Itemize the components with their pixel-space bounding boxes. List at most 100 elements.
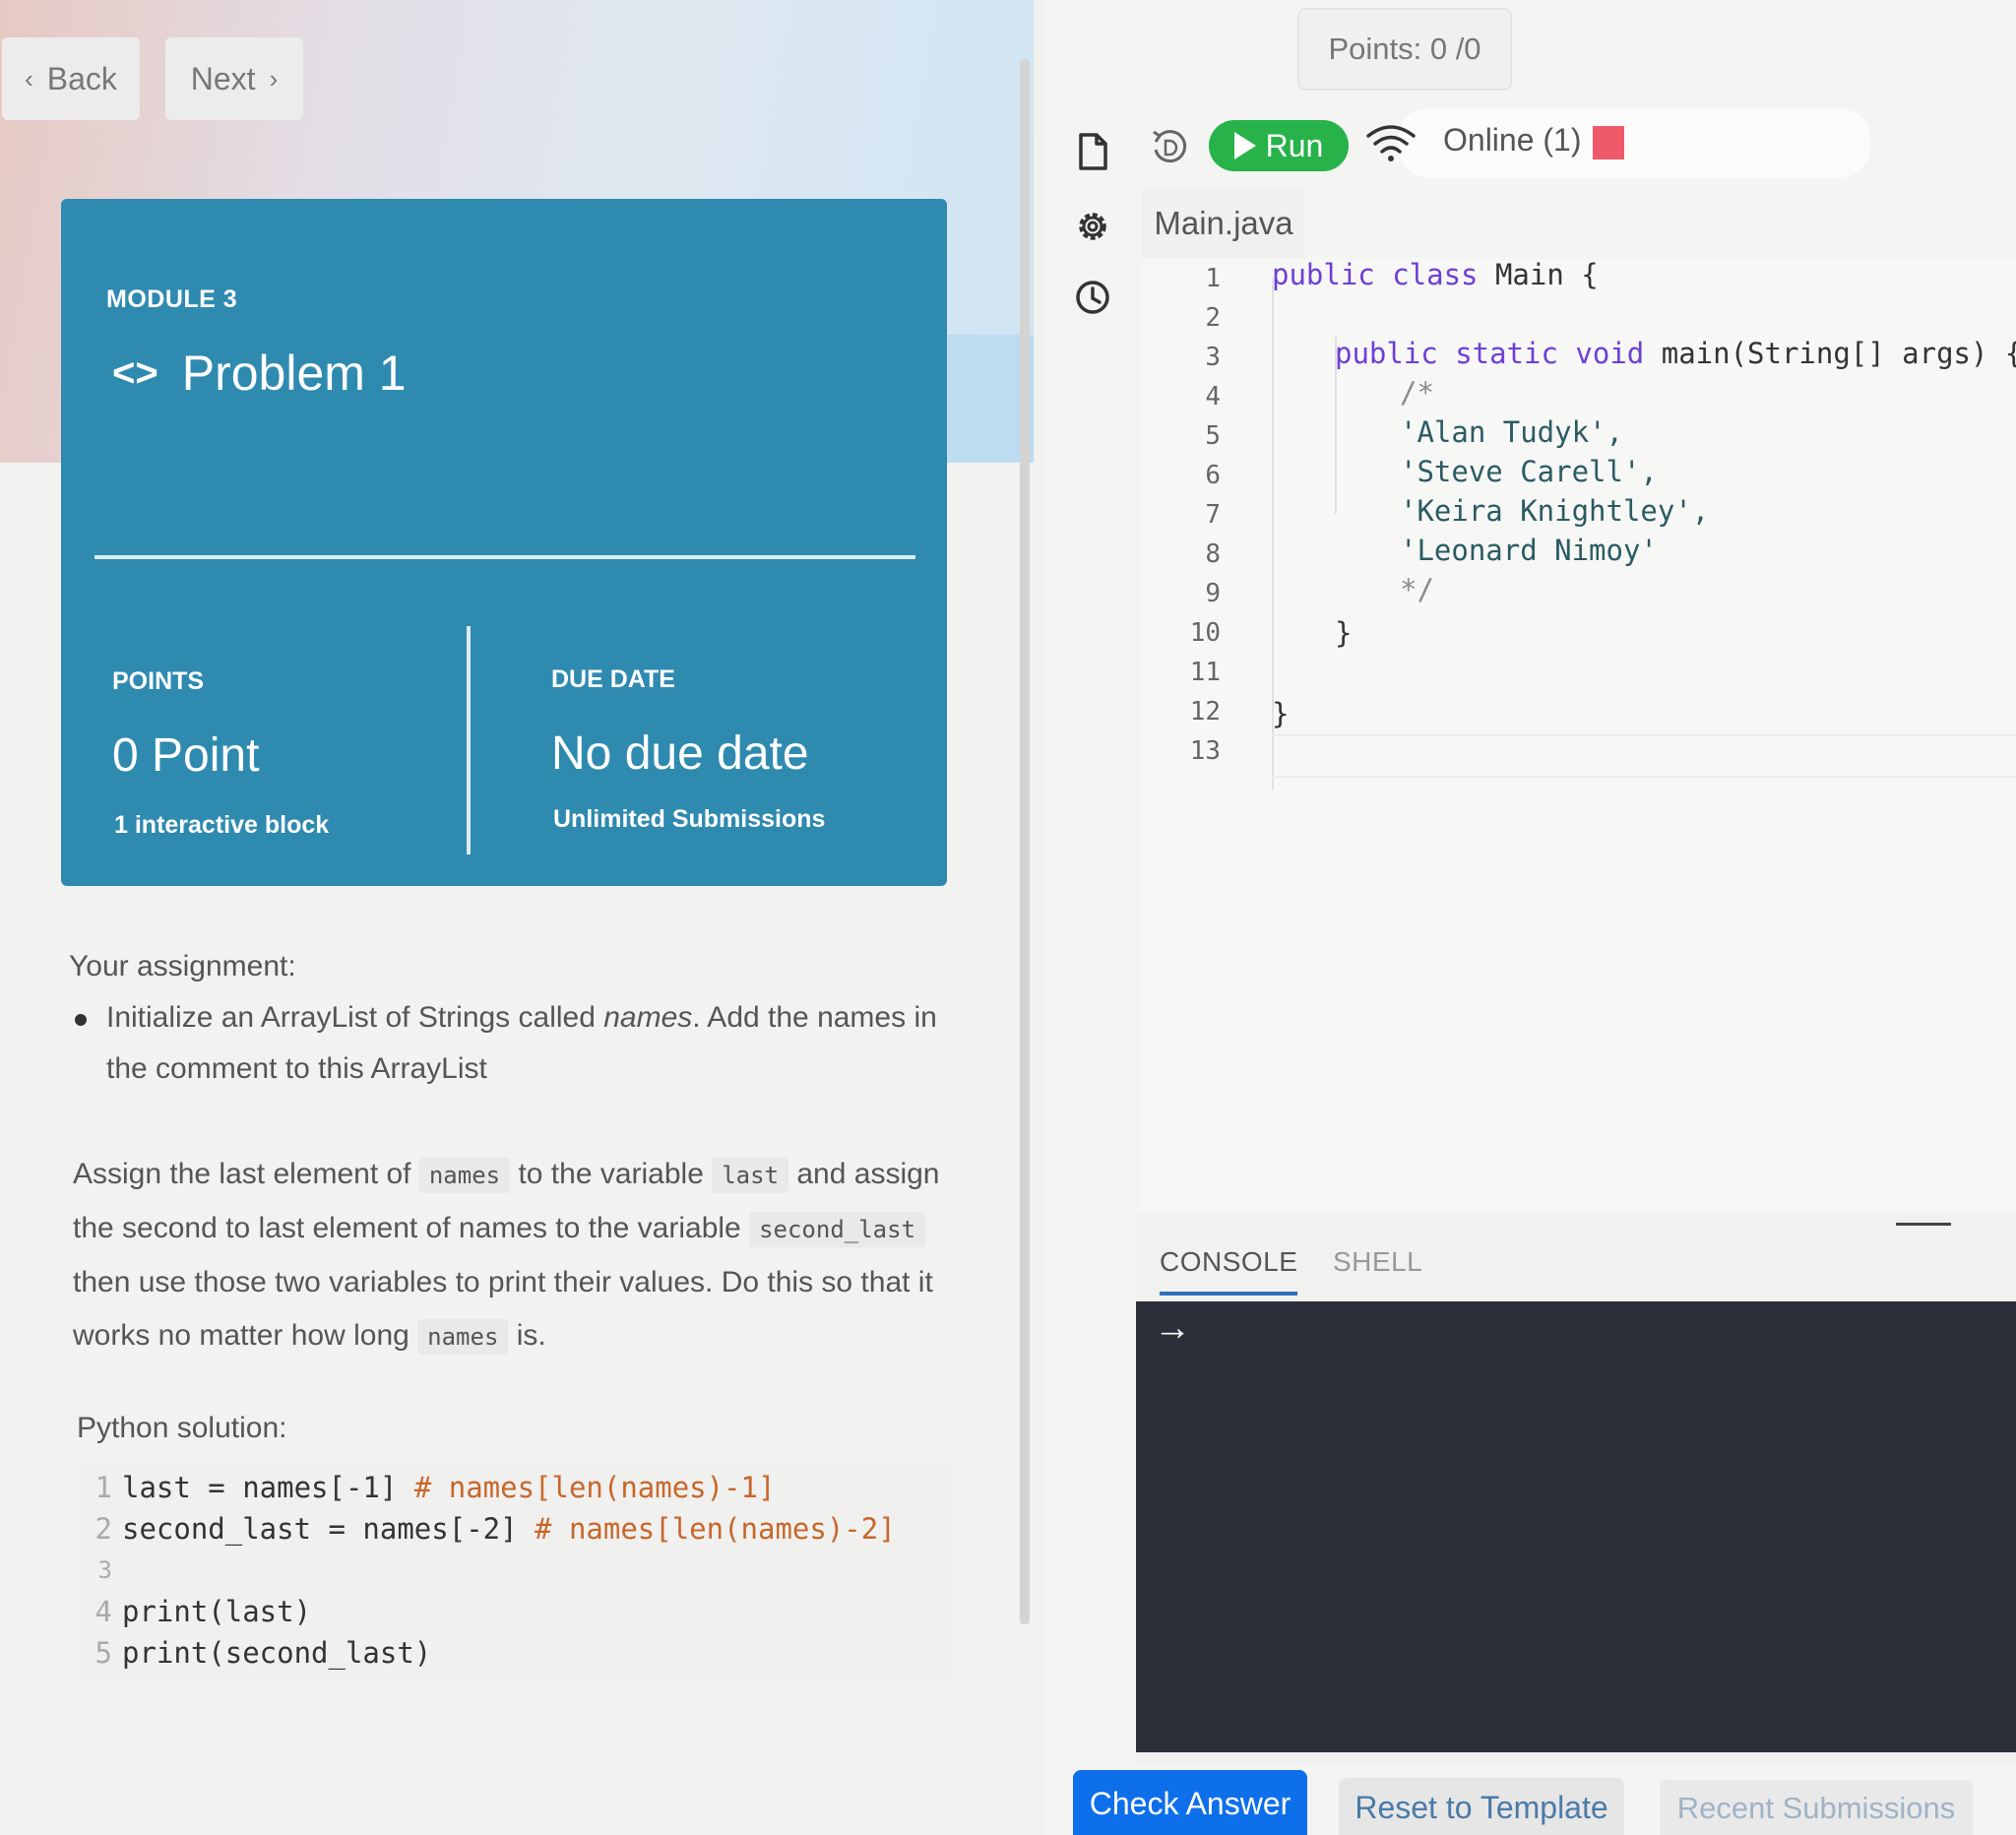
code-text: second_last = names[-2]: [122, 1512, 536, 1546]
wifi-icon: [1366, 125, 1416, 161]
code-text: print(last): [122, 1595, 312, 1628]
line-gutter: 1 2 3 4 5 6 7 8 9 10 11 12 13: [1142, 258, 1221, 790]
clock-icon[interactable]: [1073, 278, 1112, 317]
points-label: POINTS: [112, 667, 205, 695]
code-area: public class Main { public static void m…: [1272, 258, 2016, 790]
interactive-block-count: 1 interactive block: [114, 811, 330, 839]
due-date-label: DUE DATE: [551, 665, 675, 693]
online-status-label: Online (1): [1443, 122, 1582, 158]
problem-title-text: Problem 1: [181, 346, 407, 401]
play-icon: [1233, 132, 1256, 159]
tab-main-java[interactable]: Main.java: [1142, 187, 1305, 260]
line-number: 10: [1189, 618, 1221, 648]
code-line: 5 print(second_last): [77, 1636, 432, 1676]
code-text: last = names[-1]: [122, 1471, 414, 1504]
problem-title: <> Problem 1: [112, 345, 407, 402]
check-answer-button[interactable]: Check Answer: [1073, 1770, 1307, 1835]
reset-icon[interactable]: [1148, 126, 1191, 169]
submissions-info: Unlimited Submissions: [553, 805, 826, 833]
recent-submissions-button[interactable]: Recent Submissions: [1660, 1780, 1973, 1835]
code-keyword: public static void: [1335, 337, 1645, 370]
line-number: 4: [1205, 382, 1221, 411]
assignment-paragraph: Assign the last element of names to the …: [73, 1148, 959, 1363]
code-string: 'Leonard Nimoy': [1400, 534, 1658, 567]
panel-resize-handle[interactable]: [1896, 1223, 1951, 1226]
line-number: 11: [1189, 658, 1221, 687]
due-date-value: No due date: [551, 728, 809, 780]
points-value: 0 Point: [112, 729, 260, 782]
code-text: print(second_last): [122, 1636, 432, 1670]
inline-code: names: [418, 1158, 511, 1193]
code-comment: */: [1400, 573, 1434, 606]
code-line: 1 last = names[-1] # names[len(names)-1]: [77, 1471, 776, 1510]
bullet-dot: [75, 1014, 87, 1026]
line-number: 5: [1205, 421, 1221, 451]
line-number: 3: [97, 1556, 112, 1584]
code-brackets-icon: <>: [112, 350, 158, 395]
module-label: MODULE 3: [106, 285, 238, 313]
run-label: Run: [1265, 127, 1324, 163]
para-text: Assign the last element of: [73, 1158, 419, 1190]
file-icon[interactable]: [1073, 132, 1112, 171]
chevron-right-icon: ›: [269, 63, 279, 94]
assignment-heading: Your assignment:: [69, 950, 296, 982]
inline-code: last: [712, 1158, 789, 1193]
instructions-scrollbar[interactable]: [1020, 59, 1030, 1624]
line-number: 2: [94, 1512, 112, 1546]
code-editor[interactable]: 1 2 3 4 5 6 7 8 9 10 11 12 13 public cla…: [1142, 258, 2016, 1213]
code-line: 3: [77, 1551, 122, 1591]
line-number: 6: [1205, 461, 1221, 490]
code-keyword: public class: [1272, 258, 1479, 291]
next-label: Next: [190, 60, 256, 96]
instructions-pane: ‹ Back Next › MODULE 3 <> Problem 1 POIN…: [0, 0, 1034, 1835]
arrow-right-icon: →: [1154, 1307, 1191, 1349]
code-comment: # names[len(names)-1]: [413, 1471, 776, 1504]
line-number: 13: [1189, 736, 1221, 766]
points-badge: Points: 0 /0: [1297, 8, 1512, 91]
para-text: is.: [508, 1319, 546, 1352]
back-button[interactable]: ‹ Back: [2, 37, 140, 120]
code-string: 'Alan Tudyk',: [1400, 415, 1623, 449]
line-number: 2: [1205, 303, 1221, 333]
para-text: to the variable: [510, 1158, 713, 1190]
run-button[interactable]: Run: [1209, 120, 1349, 171]
assignment-bullet: Initialize an ArrayList of Strings calle…: [106, 992, 973, 1095]
chevron-left-icon: ‹: [25, 63, 33, 94]
python-solution-label: Python solution:: [77, 1412, 287, 1444]
code-text: Main {: [1478, 258, 1599, 291]
inline-code: names: [417, 1319, 509, 1355]
problem-card: MODULE 3 <> Problem 1 POINTS 0 Point 1 i…: [61, 199, 947, 886]
line-number: 12: [1189, 697, 1221, 727]
next-button[interactable]: Next ›: [165, 37, 303, 120]
code-string: 'Keira Knightley',: [1400, 494, 1710, 528]
line-number: 7: [1205, 500, 1221, 530]
bullet-emphasis: names: [603, 1001, 693, 1034]
back-label: Back: [46, 60, 117, 96]
line-number: 9: [1205, 579, 1221, 608]
inline-code: second_last: [749, 1212, 926, 1247]
reset-to-template-button[interactable]: Reset to Template: [1339, 1778, 1624, 1835]
console-output[interactable]: →: [1136, 1301, 2016, 1752]
line-number: 5: [94, 1636, 112, 1670]
line-number: 4: [94, 1595, 112, 1628]
code-text: main(String[] args) {: [1644, 337, 2016, 370]
code-line: 2 second_last = names[-2] # names[len(nam…: [77, 1512, 896, 1551]
code-brace: }: [1272, 697, 1290, 730]
code-brace: }: [1335, 616, 1353, 650]
gear-icon[interactable]: [1073, 207, 1112, 246]
card-vertical-divider: [467, 626, 471, 854]
code-line: public class Main {: [1272, 258, 1599, 291]
line-number: 1: [1205, 264, 1221, 293]
python-code-block: 1 last = names[-1] # names[len(names)-1] …: [77, 1463, 951, 1681]
code-comment: # names[len(names)-2]: [535, 1512, 896, 1546]
line-number: 3: [1205, 343, 1221, 372]
bullet-text: Initialize an ArrayList of Strings calle…: [106, 1001, 604, 1034]
tab-shell[interactable]: SHELL: [1333, 1246, 1422, 1278]
code-line: 4 print(last): [77, 1595, 312, 1634]
stop-square-icon[interactable]: [1593, 126, 1624, 159]
line-number: 1: [94, 1471, 112, 1504]
code-string: 'Steve Carell',: [1400, 455, 1658, 488]
tab-console[interactable]: CONSOLE: [1160, 1246, 1298, 1296]
code-line: public static void main(String[] args) {: [1335, 337, 2016, 370]
code-comment: /*: [1400, 376, 1434, 410]
